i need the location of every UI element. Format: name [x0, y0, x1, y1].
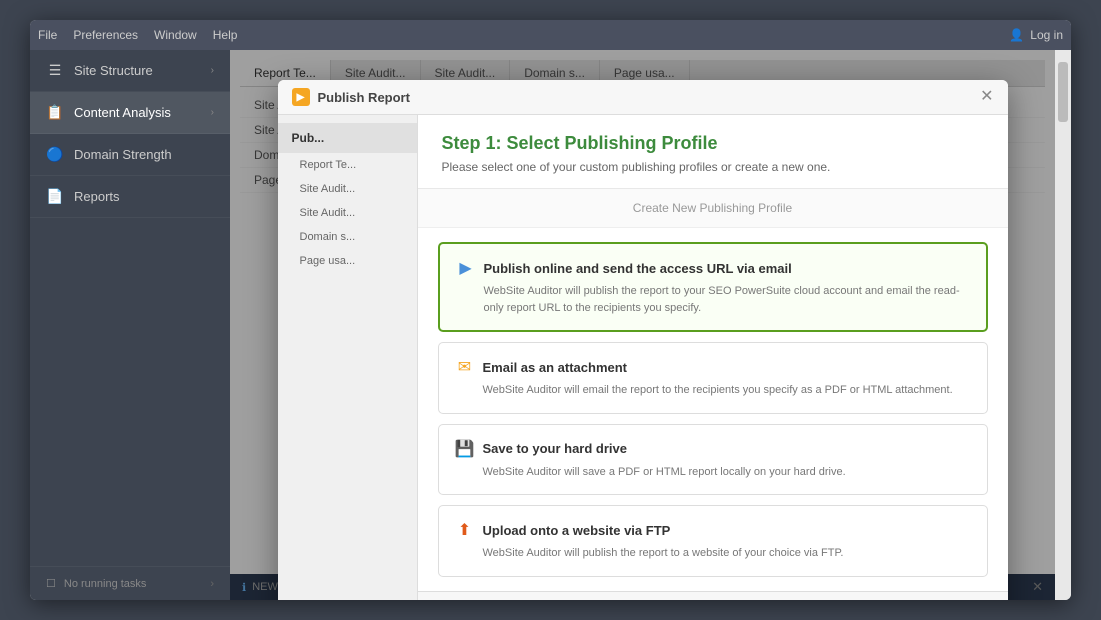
site-structure-icon: ☰ [46, 62, 64, 79]
sidebar-item-content-analysis[interactable]: 📋 Content Analysis › [30, 92, 230, 134]
step-title: Step 1: Select Publishing Profile [442, 133, 984, 154]
modal-nav-subitem-2[interactable]: Site Audit... [278, 177, 417, 201]
sidebar-item-domain-strength[interactable]: 🔵 Domain Strength [30, 134, 230, 176]
publish-online-title: Publish online and send the access URL v… [484, 261, 792, 276]
menu-bar: File Preferences Window Help 👤 Log in [30, 20, 1071, 50]
save-title: Save to your hard drive [483, 441, 628, 456]
save-icon: 💾 [455, 439, 475, 459]
sidebar-bottom: ☐ No running tasks › [30, 566, 230, 600]
step-subtitle: Please select one of your custom publish… [442, 160, 984, 174]
option-save-header: 💾 Save to your hard drive [455, 439, 971, 459]
domain-strength-icon: 🔵 [46, 146, 64, 163]
content-analysis-icon: 📋 [46, 104, 64, 121]
modal-scroll-area[interactable]: Create New Publishing Profile ▶ Publish … [418, 189, 1008, 591]
menu-file[interactable]: File [38, 28, 57, 42]
modal-main: Step 1: Select Publishing Profile Please… [418, 115, 1008, 600]
menu-preferences[interactable]: Preferences [73, 28, 138, 42]
login-button[interactable]: 👤 Log in [1009, 28, 1063, 42]
no-running-tasks-label: No running tasks [64, 578, 147, 590]
sidebar-item-domain-strength-label: Domain Strength [74, 147, 172, 162]
section-divider: Create New Publishing Profile [418, 189, 1008, 228]
section-label: Create New Publishing Profile [633, 201, 792, 215]
option-publish-online-header: ▶ Publish online and send the access URL… [456, 258, 970, 278]
modal-nav-subitem-4[interactable]: Domain s... [278, 225, 417, 249]
email-title: Email as an attachment [483, 360, 628, 375]
ftp-icon: ⬆ [455, 520, 475, 540]
save-desc: WebSite Auditor will save a PDF or HTML … [455, 464, 971, 481]
modal-nav-subitem-5[interactable]: Page usa... [278, 249, 417, 273]
modal-nav: Pub... Report Te... Site Audit... Site A… [278, 115, 418, 600]
sidebar-item-content-analysis-label: Content Analysis [74, 105, 171, 120]
right-scrollbar[interactable] [1055, 50, 1071, 600]
chevron-right-icon: › [211, 65, 214, 76]
step-header: Step 1: Select Publishing Profile Please… [418, 115, 1008, 189]
reports-icon: 📄 [46, 188, 64, 205]
sidebar-item-reports-label: Reports [74, 189, 120, 204]
expand-tasks-icon[interactable]: › [210, 578, 214, 590]
main-layout: ☰ Site Structure › 📋 Content Analysis › … [30, 50, 1071, 600]
sidebar-item-site-structure-label: Site Structure [74, 63, 153, 78]
login-label: Log in [1030, 28, 1063, 42]
scrollbar-thumb[interactable] [1058, 62, 1068, 122]
email-desc: WebSite Auditor will email the report to… [455, 382, 971, 399]
option-email-header: ✉ Email as an attachment [455, 357, 971, 377]
sidebar-item-site-structure[interactable]: ☰ Site Structure › [30, 50, 230, 92]
option-ftp-header: ⬆ Upload onto a website via FTP [455, 520, 971, 540]
option-upload-ftp[interactable]: ⬆ Upload onto a website via FTP WebSite … [438, 505, 988, 577]
modal-title-text: Publish Report [318, 90, 410, 105]
sidebar: ☰ Site Structure › 📋 Content Analysis › … [30, 50, 230, 600]
email-icon: ✉ [455, 357, 475, 377]
menu-window[interactable]: Window [154, 28, 197, 42]
publish-online-desc: WebSite Auditor will publish the report … [456, 283, 970, 316]
modal-titlebar: ▶ Publish Report ✕ [278, 80, 1008, 115]
modal-icon-label: ▶ [297, 92, 305, 103]
option-publish-online[interactable]: ▶ Publish online and send the access URL… [438, 242, 988, 332]
tasks-icon: ☐ [46, 577, 56, 590]
modal-nav-subitem-3[interactable]: Site Audit... [278, 201, 417, 225]
options-list: ▶ Publish online and send the access URL… [418, 228, 1008, 591]
modal-nav-subitem-1[interactable]: Report Te... [278, 153, 417, 177]
option-email-attachment[interactable]: ✉ Email as an attachment WebSite Auditor… [438, 342, 988, 414]
modal-close-button[interactable]: ✕ [980, 89, 993, 105]
chevron-right-icon-2: › [211, 107, 214, 118]
option-save-hard-drive[interactable]: 💾 Save to your hard drive WebSite Audito… [438, 424, 988, 496]
user-icon: 👤 [1009, 28, 1024, 42]
modal-title-icon: ▶ [292, 88, 310, 106]
sidebar-item-reports[interactable]: 📄 Reports [30, 176, 230, 218]
publish-report-modal: ▶ Publish Report ✕ Pub... Report Te... S… [278, 80, 1008, 600]
modal-overlay: ▶ Publish Report ✕ Pub... Report Te... S… [230, 50, 1055, 600]
modal-footer: Online Help < Back Next > Finish Cancel [418, 591, 1008, 601]
content-area: Report Te... Site Audit... Site Audit...… [230, 50, 1055, 600]
publish-online-icon: ▶ [456, 258, 476, 278]
ftp-desc: WebSite Auditor will publish the report … [455, 545, 971, 562]
ftp-title: Upload onto a website via FTP [483, 523, 671, 538]
modal-nav-item-publish[interactable]: Pub... [278, 123, 417, 153]
app-window: File Preferences Window Help 👤 Log in ☰ … [30, 20, 1071, 600]
menu-help[interactable]: Help [213, 28, 238, 42]
modal-body: Pub... Report Te... Site Audit... Site A… [278, 115, 1008, 600]
